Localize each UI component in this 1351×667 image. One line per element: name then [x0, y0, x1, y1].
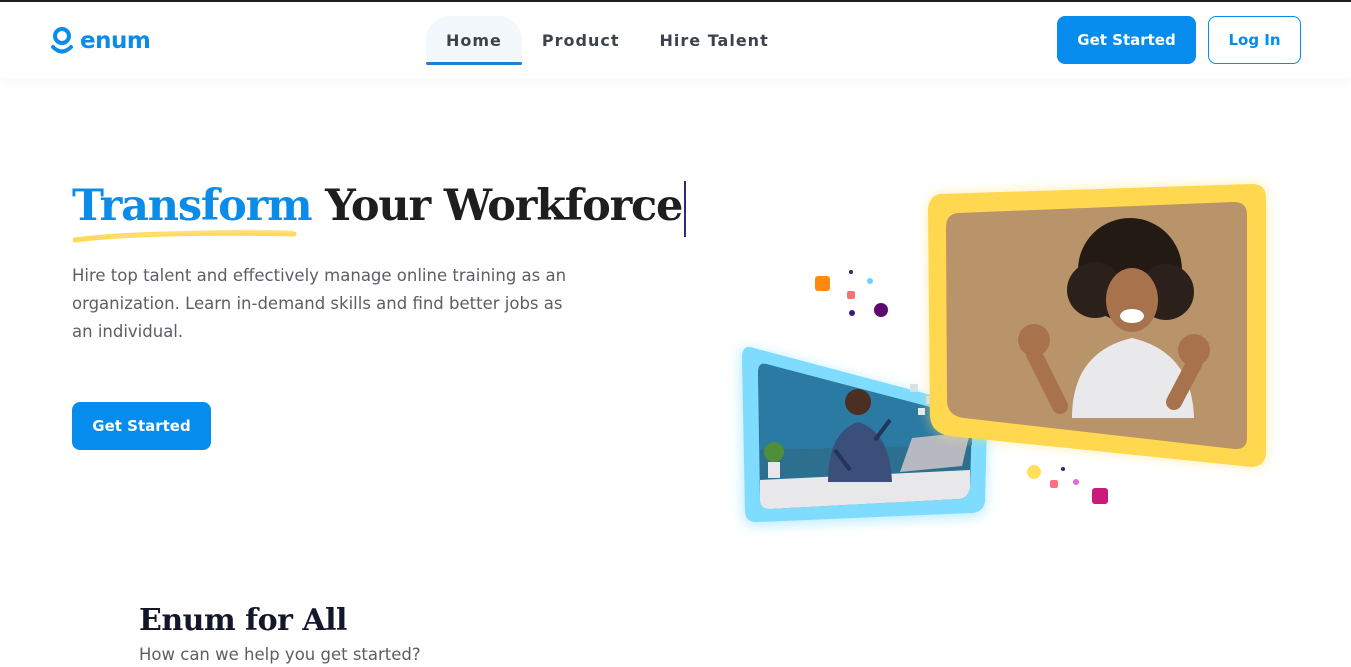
text-cursor — [684, 181, 687, 237]
hero-title-rest: Your Workforce — [311, 181, 683, 231]
enum-logo-icon — [51, 27, 73, 54]
site-header: enum Home Product Hire Talent Get Starte… — [0, 2, 1351, 78]
brand-name: enum — [80, 28, 151, 54]
section-subtitle: How can we help you get started? — [139, 645, 421, 664]
login-button[interactable]: Log In — [1208, 16, 1301, 64]
hero-subtitle: Hire top talent and effectively manage o… — [72, 266, 567, 341]
nav-item-home[interactable]: Home — [426, 16, 522, 65]
hero-illustration — [740, 184, 1266, 526]
hero-title: Transform Your Workforce — [72, 176, 687, 238]
header-get-started-button[interactable]: Get Started — [1057, 16, 1196, 64]
section-title: Enum for All — [139, 603, 347, 638]
nav-item-hire-talent[interactable]: Hire Talent — [640, 16, 789, 64]
nav-item-product[interactable]: Product — [522, 16, 640, 64]
confetti-top — [815, 270, 888, 317]
confetti-bottom — [1027, 465, 1108, 504]
hero-title-accent: Transform — [72, 181, 313, 231]
nav-item-label: Hire Talent — [659, 30, 769, 50]
nav-item-label: Product — [541, 30, 620, 50]
main-nav: Home Product Hire Talent — [426, 16, 789, 65]
brand-logo[interactable]: enum — [50, 26, 151, 56]
nav-item-label: Home — [446, 30, 502, 50]
photo-frame-large — [928, 184, 1266, 467]
hero-get-started-button[interactable]: Get Started — [72, 402, 211, 450]
